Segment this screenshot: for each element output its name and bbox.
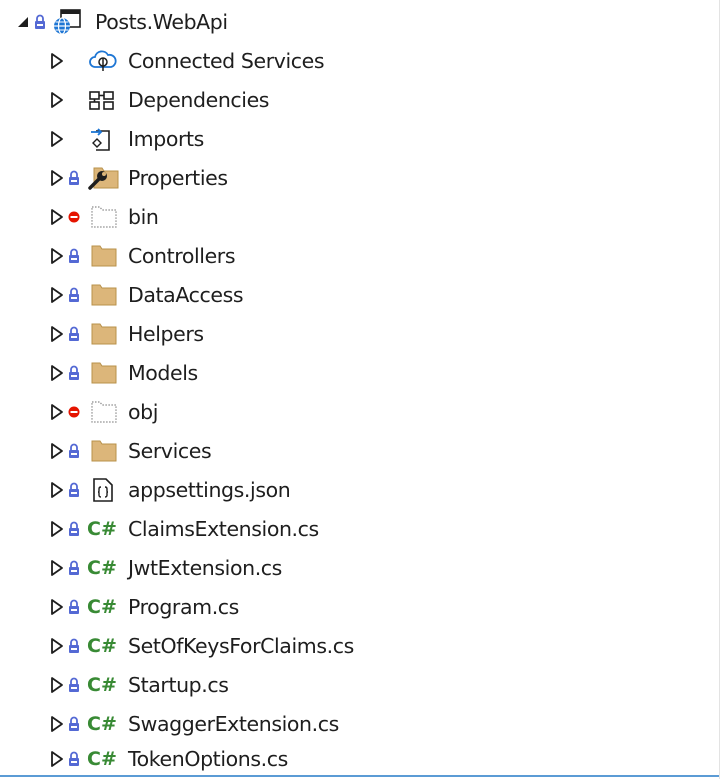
excluded-icon [68,406,80,417]
properties-folder-icon [88,167,119,190]
lock-icon [69,443,79,458]
solution-explorer-panel: Posts.WebApi Connected Services Dependen… [0,0,720,779]
collapsed-triangle-icon[interactable] [50,208,64,226]
tree-node-models[interactable]: Models [0,353,719,392]
tree-node-label: Controllers [128,243,236,268]
imports-icon [91,127,110,151]
csharp-file-icon: C# [87,595,117,618]
tree-node-label: appsettings.json [128,477,291,502]
folder-icon [91,362,117,383]
csharp-file-icon: C# [87,634,117,657]
collapsed-triangle-icon[interactable] [50,750,64,768]
tree-node-label: Models [128,360,198,385]
tree-node-label: obj [128,399,159,424]
collapsed-triangle-icon[interactable] [50,286,64,304]
tree-node-label: Program.cs [128,594,239,619]
collapsed-triangle-icon[interactable] [50,169,64,187]
collapsed-triangle-icon[interactable] [50,130,64,148]
tree-node-label: SwaggerExtension.cs [128,711,339,736]
collapsed-triangle-icon[interactable] [50,403,64,421]
tree-node-label: Services [128,438,212,463]
lock-icon [69,677,79,692]
tree-node-connected-services[interactable]: Connected Services [0,41,719,80]
folder-icon [91,245,117,266]
tree-node-label: Helpers [128,321,204,346]
tree-node-dataaccess[interactable]: DataAccess [0,275,719,314]
collapsed-triangle-icon[interactable] [50,676,64,694]
tree-node-startup[interactable]: C# Startup.cs [0,665,719,704]
lock-icon [69,599,79,614]
tree-node-controllers[interactable]: Controllers [0,236,719,275]
expanded-triangle-icon[interactable] [16,13,30,31]
dependencies-icon [89,90,114,110]
collapsed-triangle-icon[interactable] [50,52,64,70]
csharp-file-icon: C# [87,747,117,770]
csharp-file-icon: C# [87,673,117,696]
lock-icon [69,248,79,263]
collapsed-triangle-icon[interactable] [50,91,64,109]
tree-node-label: bin [128,204,159,229]
tree-node-label: JwtExtension.cs [128,555,282,580]
excluded-folder-icon [91,400,117,423]
tree-node-project[interactable]: Posts.WebApi [0,2,719,41]
collapsed-triangle-icon[interactable] [50,520,64,538]
tree-node-jwtextension[interactable]: C# JwtExtension.cs [0,548,719,587]
collapsed-triangle-icon[interactable] [50,481,64,499]
tree-node-obj[interactable]: obj [0,392,719,431]
tree-node-label: Connected Services [128,48,325,73]
folder-icon [91,284,117,305]
collapsed-triangle-icon[interactable] [50,325,64,343]
csharp-file-icon: C# [87,517,117,540]
collapsed-triangle-icon[interactable] [50,598,64,616]
tree-node-tokenoptions[interactable]: C# TokenOptions.cs [0,739,719,778]
lock-icon [69,287,79,302]
selection-underline [0,775,719,777]
csharp-file-icon: C# [87,556,117,579]
lock-icon [69,482,79,497]
tree-node-properties[interactable]: Properties [0,158,719,197]
csharp-file-icon: C# [87,712,117,735]
tree-node-label: DataAccess [128,282,244,307]
tree-node-setofkeysforclaims[interactable]: C# SetOfKeysForClaims.cs [0,626,719,665]
collapsed-triangle-icon[interactable] [50,247,64,265]
tree-node-imports[interactable]: Imports [0,119,719,158]
lock-icon [69,751,79,766]
collapsed-triangle-icon[interactable] [50,715,64,733]
lock-icon [69,521,79,536]
collapsed-triangle-icon[interactable] [50,559,64,577]
folder-icon [91,323,117,344]
connected-services-icon [89,50,117,71]
lock-icon [69,326,79,341]
folder-icon [91,440,117,461]
tree-node-label: TokenOptions.cs [128,746,288,771]
tree-node-claimsextension[interactable]: C# ClaimsExtension.cs [0,509,719,548]
tree-node-label: SetOfKeysForClaims.cs [128,633,354,658]
excluded-icon [68,211,80,222]
tree-node-helpers[interactable]: Helpers [0,314,719,353]
lock-icon [69,716,79,731]
collapsed-triangle-icon[interactable] [50,442,64,460]
tree-node-services[interactable]: Services [0,431,719,470]
tree-node-dependencies[interactable]: Dependencies [0,80,719,119]
tree-node-bin[interactable]: bin [0,197,719,236]
collapsed-triangle-icon[interactable] [50,364,64,382]
lock-icon [35,14,45,29]
tree-node-label: Dependencies [128,87,270,112]
lock-icon [69,365,79,380]
tree-node-label: Startup.cs [128,672,229,697]
json-file-icon [93,477,113,502]
tree-node-swaggerextension[interactable]: C# SwaggerExtension.cs [0,704,719,743]
tree-node-label: Properties [128,165,228,190]
tree-node-program[interactable]: C# Program.cs [0,587,719,626]
lock-icon [69,560,79,575]
web-project-icon [54,8,81,35]
excluded-folder-icon [91,205,117,228]
tree-node-appsettings[interactable]: appsettings.json [0,470,719,509]
lock-icon [69,638,79,653]
lock-icon [69,170,79,185]
project-name: Posts.WebApi [95,9,228,34]
tree-node-label: Imports [128,126,204,151]
tree-node-label: ClaimsExtension.cs [128,516,319,541]
collapsed-triangle-icon[interactable] [50,637,64,655]
